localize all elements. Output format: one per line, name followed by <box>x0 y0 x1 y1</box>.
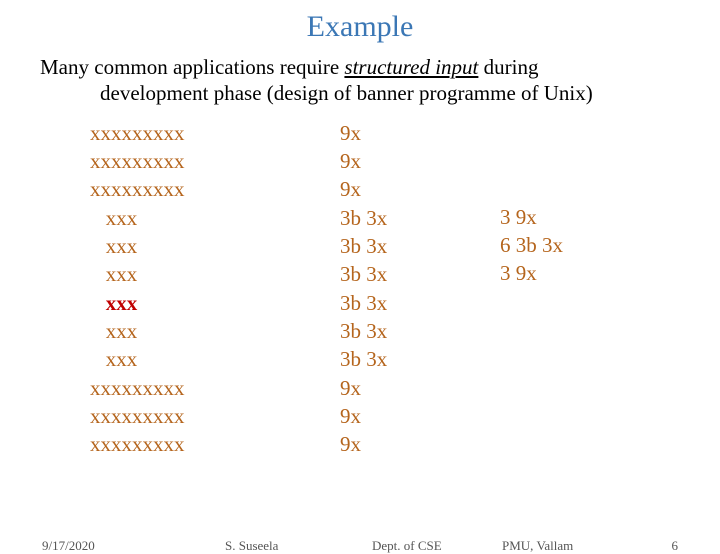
para-line1-pre: Many common applications require <box>40 55 344 79</box>
para-line1-em: structured input <box>344 55 478 79</box>
body-paragraph: Many common applications require structu… <box>40 54 680 107</box>
footer-date: 9/17/2020 <box>42 538 95 554</box>
footer-author: S. Suseela <box>225 538 278 554</box>
footer-org: PMU, Vallam <box>502 538 573 554</box>
example-columns: xxxxxxxxx xxxxxxxxx xxxxxxxxx xxx xxx xx… <box>0 107 720 477</box>
highlighted-row: xxx <box>90 291 137 315</box>
footer-dept: Dept. of CSE <box>372 538 442 554</box>
slide-title: Example <box>0 10 720 44</box>
banner-pattern-column: xxxxxxxxx xxxxxxxxx xxxxxxxxx xxx xxx xx… <box>90 119 185 459</box>
para-line2: development phase (design of banner prog… <box>100 80 680 106</box>
run-length-column: 9x 9x 9x 3b 3x 3b 3x 3b 3x 3b 3x 3b 3x 3… <box>340 119 387 459</box>
footer-page-number: 6 <box>672 538 679 554</box>
para-line1-post: during <box>478 55 538 79</box>
compressed-column: 3 9x 6 3b 3x 3 9x <box>500 203 563 288</box>
